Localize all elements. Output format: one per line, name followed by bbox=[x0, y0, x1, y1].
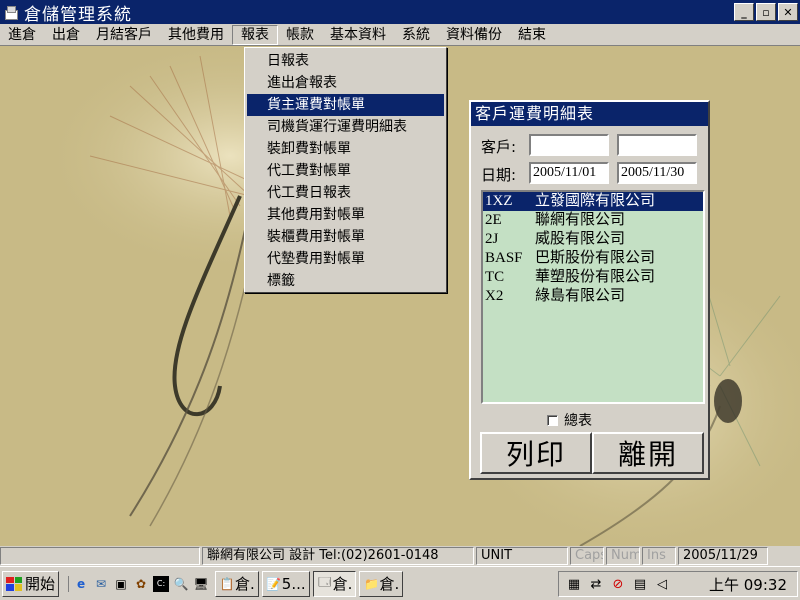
menu-item-reports[interactable]: 報表 bbox=[232, 24, 278, 45]
menu-item-backup[interactable]: 資料備份 bbox=[438, 25, 510, 45]
menu-item-other-fees[interactable]: 其他費用 bbox=[160, 25, 232, 45]
status-date: 2005/11/29 bbox=[678, 547, 768, 565]
quick-launch: e ✉ ▣ ✿ C: 🔍 🖥 bbox=[68, 575, 209, 592]
list-item[interactable]: TC 華塑股份有限公司 bbox=[483, 268, 703, 287]
customer-from-input[interactable] bbox=[529, 134, 609, 156]
close-button[interactable]: ✕ bbox=[778, 3, 798, 21]
status-unit: UNIT bbox=[476, 547, 568, 565]
list-item[interactable]: 1XZ 立發國際有限公司 bbox=[483, 192, 703, 211]
menu-labels[interactable]: 標籤 bbox=[245, 270, 446, 292]
status-pane-blank bbox=[0, 547, 200, 565]
minimize-button[interactable]: _ bbox=[734, 3, 754, 21]
task-button-4[interactable]: 📁 倉. bbox=[359, 570, 404, 597]
customer-freight-dialog: 客戶運費明細表 客戶: 日期: 2005/11/01 2005/11/30 1X… bbox=[469, 100, 710, 480]
status-num: Num bbox=[606, 547, 640, 565]
system-tray: ▦ ⇄ ⊘ ▤ ◁ 上午 09:32 bbox=[558, 571, 798, 597]
task-button-1[interactable]: 📋 倉. bbox=[215, 570, 259, 597]
ie-icon[interactable]: e bbox=[73, 576, 89, 592]
desktop-icon[interactable]: ▣ bbox=[113, 576, 129, 592]
menu-daily-report[interactable]: 日報表 bbox=[245, 50, 446, 72]
tray-app-icon[interactable]: ▦ bbox=[565, 575, 583, 593]
menu-item-exit[interactable]: 結束 bbox=[510, 25, 554, 45]
date-to-input[interactable]: 2005/11/30 bbox=[617, 162, 697, 184]
menu-loading-fee-statement[interactable]: 裝卸費對帳單 bbox=[245, 138, 446, 160]
list-item[interactable]: 2J 威股有限公司 bbox=[483, 230, 703, 249]
tray-monitor-icon[interactable]: ▤ bbox=[631, 575, 649, 593]
restore-button[interactable]: ▫ bbox=[756, 3, 776, 21]
doc-app-icon: 📝 bbox=[266, 576, 282, 591]
customer-label: 客戶: bbox=[481, 138, 517, 156]
tray-network-icon[interactable]: ⇄ bbox=[587, 575, 605, 593]
title-bar: 倉儲管理系統 _ ▫ ✕ bbox=[0, 0, 800, 25]
list-item[interactable]: 2E 聯網有限公司 bbox=[483, 211, 703, 230]
menu-shipper-freight-statement[interactable]: 貨主運費對帳單 bbox=[247, 94, 444, 116]
list-item[interactable]: BASF 巴斯股份有限公司 bbox=[483, 249, 703, 268]
clock[interactable]: 上午 09:32 bbox=[709, 574, 787, 595]
menu-advance-fee-statement[interactable]: 代墊費用對帳單 bbox=[245, 248, 446, 270]
menu-container-fee-statement[interactable]: 裝櫃費用對帳單 bbox=[245, 226, 446, 248]
menu-item-basic-data[interactable]: 基本資料 bbox=[322, 25, 394, 45]
folder-icon: 📁 bbox=[363, 576, 379, 591]
menu-item-system[interactable]: 系統 bbox=[394, 25, 438, 45]
menu-item-monthly-customers[interactable]: 月結客戶 bbox=[88, 25, 160, 45]
window-app-icon: 🗔 bbox=[318, 575, 332, 589]
checkbox-box[interactable] bbox=[547, 414, 558, 426]
tray-blocked-icon[interactable]: ⊘ bbox=[609, 575, 627, 593]
exit-button[interactable]: 離開 bbox=[592, 432, 704, 474]
status-ins: Ins bbox=[642, 547, 676, 565]
find-icon[interactable]: 🔍 bbox=[173, 576, 189, 592]
task-button-3[interactable]: 🗔 倉. bbox=[312, 570, 357, 597]
window-controls: _ ▫ ✕ bbox=[734, 3, 798, 21]
dialog-title: 客戶運費明細表 bbox=[471, 102, 708, 126]
menu-item-outbound[interactable]: 出倉 bbox=[44, 25, 88, 45]
status-caps: Caps bbox=[570, 547, 604, 565]
task-button-2[interactable]: 📝 5... bbox=[261, 570, 310, 597]
status-company: 聯網有限公司 設計 Tel:(02)2601-0148 bbox=[202, 547, 474, 565]
app-icon bbox=[4, 5, 20, 20]
folder-app-icon: 📋 bbox=[219, 576, 235, 591]
print-button[interactable]: 列印 bbox=[480, 432, 592, 474]
outlook-icon[interactable]: ✉ bbox=[93, 576, 109, 592]
reports-dropdown: 日報表 進出倉報表 貨主運費對帳單 司機貨運行運費明細表 裝卸費對帳單 代工費對… bbox=[244, 47, 447, 293]
customer-to-input[interactable] bbox=[617, 134, 697, 156]
menu-item-inbound[interactable]: 進倉 bbox=[0, 25, 44, 45]
windows-flag-icon bbox=[6, 576, 22, 591]
tray-volume-icon[interactable]: ◁ bbox=[653, 575, 671, 593]
channels-icon[interactable]: ✿ bbox=[133, 576, 149, 592]
summary-checkbox[interactable]: 總表 bbox=[547, 410, 592, 430]
computer-icon[interactable]: 🖥 bbox=[193, 576, 209, 592]
menu-driver-freight-detail[interactable]: 司機貨運行運費明細表 bbox=[245, 116, 446, 138]
taskbar: 開始 e ✉ ▣ ✿ C: 🔍 🖥 📋 倉. 📝 5... 🗔 倉. 📁 倉. ▦ ⇄ … bbox=[0, 566, 800, 600]
list-item[interactable]: X2 綠島有限公司 bbox=[483, 287, 703, 306]
dos-prompt-icon[interactable]: C: bbox=[153, 575, 170, 592]
menu-processing-fee-statement[interactable]: 代工費對帳單 bbox=[245, 160, 446, 182]
menu-in-out-report[interactable]: 進出倉報表 bbox=[245, 72, 446, 94]
summary-label: 總表 bbox=[564, 413, 592, 429]
menu-processing-fee-daily[interactable]: 代工費日報表 bbox=[245, 182, 446, 204]
start-button[interactable]: 開始 bbox=[2, 570, 60, 597]
menu-item-accounts[interactable]: 帳款 bbox=[278, 25, 322, 45]
window-title: 倉儲管理系統 bbox=[24, 4, 132, 25]
date-label: 日期: bbox=[481, 166, 517, 184]
date-from-input[interactable]: 2005/11/01 bbox=[529, 162, 609, 184]
menu-bar: 進倉 出倉 月結客戶 其他費用 報表 帳款 基本資料 系統 資料備份 結束 bbox=[0, 24, 800, 46]
start-label: 開始 bbox=[25, 575, 56, 593]
menu-other-fee-statement[interactable]: 其他費用對帳單 bbox=[245, 204, 446, 226]
status-bar: 聯網有限公司 設計 Tel:(02)2601-0148 UNIT Caps Nu… bbox=[0, 546, 800, 566]
customer-list[interactable]: 1XZ 立發國際有限公司 2E 聯網有限公司 2J 威股有限公司 BASF 巴斯股份有限… bbox=[481, 190, 705, 404]
